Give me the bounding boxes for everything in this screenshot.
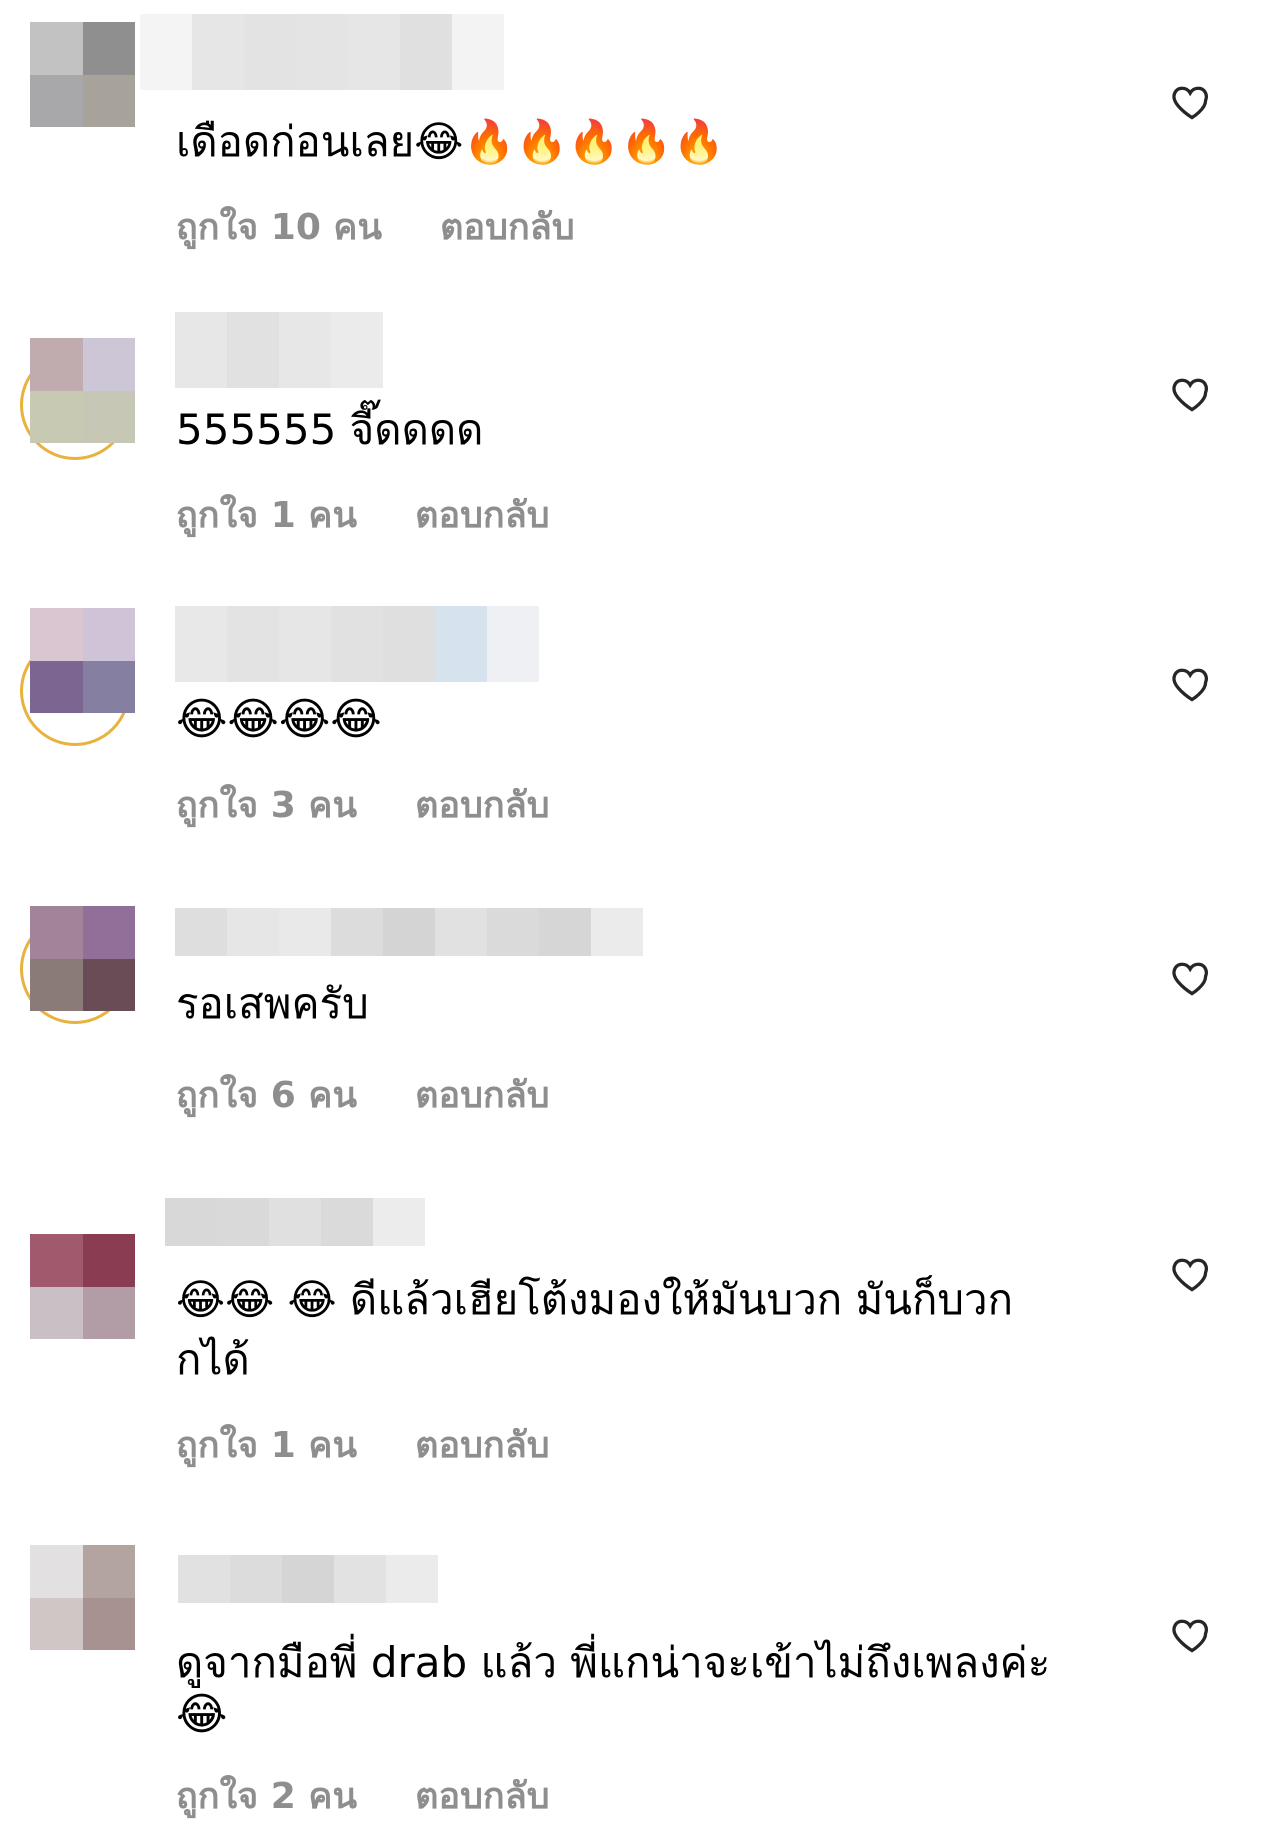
- like-count[interactable]: ถูกใจ 1 คน: [176, 495, 357, 536]
- avatar[interactable]: [30, 1545, 135, 1650]
- comment-text: รอเสพครับ: [176, 979, 369, 1028]
- comment-text: 😂😂😂😂: [176, 694, 382, 745]
- username-blurred[interactable]: [175, 606, 539, 682]
- heart-icon[interactable]: [1170, 662, 1214, 706]
- comment-meta: ถูกใจ 1 คน ตอบกลับ: [176, 486, 550, 543]
- avatar[interactable]: [30, 608, 135, 713]
- like-count[interactable]: ถูกใจ 6 คน: [176, 1075, 357, 1116]
- avatar-container[interactable]: [20, 290, 172, 490]
- username-blurred[interactable]: [175, 908, 643, 956]
- comment-meta: ถูกใจ 6 คน ตอบกลับ: [176, 1066, 550, 1123]
- comment-meta: ถูกใจ 10 คน ตอบกลับ: [176, 198, 575, 255]
- comment-text: เดือดก่อนเลย😂🔥🔥🔥🔥🔥: [176, 117, 725, 166]
- username-blurred[interactable]: [175, 312, 383, 388]
- comment-meta: ถูกใจ 3 คน ตอบกลับ: [176, 776, 550, 833]
- heart-icon[interactable]: [1170, 372, 1214, 416]
- heart-icon[interactable]: [1170, 1252, 1214, 1296]
- heart-icon[interactable]: [1170, 80, 1214, 124]
- comment-text-continued: กได้: [176, 1335, 250, 1384]
- username-blurred[interactable]: [165, 1198, 425, 1246]
- comment-text: ดูจากมือพี่ drab แล้ว พี่แกน่าจะเข้าไม่ถ…: [176, 1638, 1051, 1687]
- heart-icon[interactable]: [1170, 956, 1214, 1000]
- like-count[interactable]: ถูกใจ 10 คน: [176, 207, 382, 248]
- like-count[interactable]: ถูกใจ 2 คน: [176, 1776, 357, 1817]
- like-count[interactable]: ถูกใจ 1 คน: [176, 1425, 357, 1466]
- reply-button[interactable]: ตอบกลับ: [415, 1425, 550, 1466]
- reply-button[interactable]: ตอบกลับ: [415, 785, 550, 826]
- username-blurred[interactable]: [178, 1555, 438, 1603]
- username-blurred[interactable]: [140, 14, 504, 90]
- avatar[interactable]: [30, 338, 135, 443]
- avatar-container[interactable]: [20, 1525, 172, 1725]
- comment-text-continued: 😂: [176, 1689, 228, 1740]
- avatar-container[interactable]: [20, 580, 172, 780]
- comment-meta: ถูกใจ 1 คน ตอบกลับ: [176, 1416, 550, 1473]
- reply-button[interactable]: ตอบกลับ: [415, 1776, 550, 1817]
- avatar[interactable]: [30, 906, 135, 1011]
- comment-text: 555555 จี๊ดดดด: [176, 405, 484, 454]
- avatar[interactable]: [30, 22, 135, 127]
- avatar[interactable]: [30, 1234, 135, 1339]
- reply-button[interactable]: ตอบกลับ: [415, 495, 550, 536]
- comment-meta: ถูกใจ 2 คน ตอบกลับ: [176, 1767, 550, 1824]
- like-count[interactable]: ถูกใจ 3 คน: [176, 785, 357, 826]
- avatar-container[interactable]: [20, 870, 172, 1070]
- reply-button[interactable]: ตอบกลับ: [440, 207, 575, 248]
- comment-text: 😂😂 😂 ดีแล้วเฮียโต้งมองให้มันบวก มันก็บวก: [176, 1275, 1014, 1324]
- reply-button[interactable]: ตอบกลับ: [415, 1075, 550, 1116]
- avatar-container[interactable]: [20, 1170, 172, 1370]
- heart-icon[interactable]: [1170, 1613, 1214, 1657]
